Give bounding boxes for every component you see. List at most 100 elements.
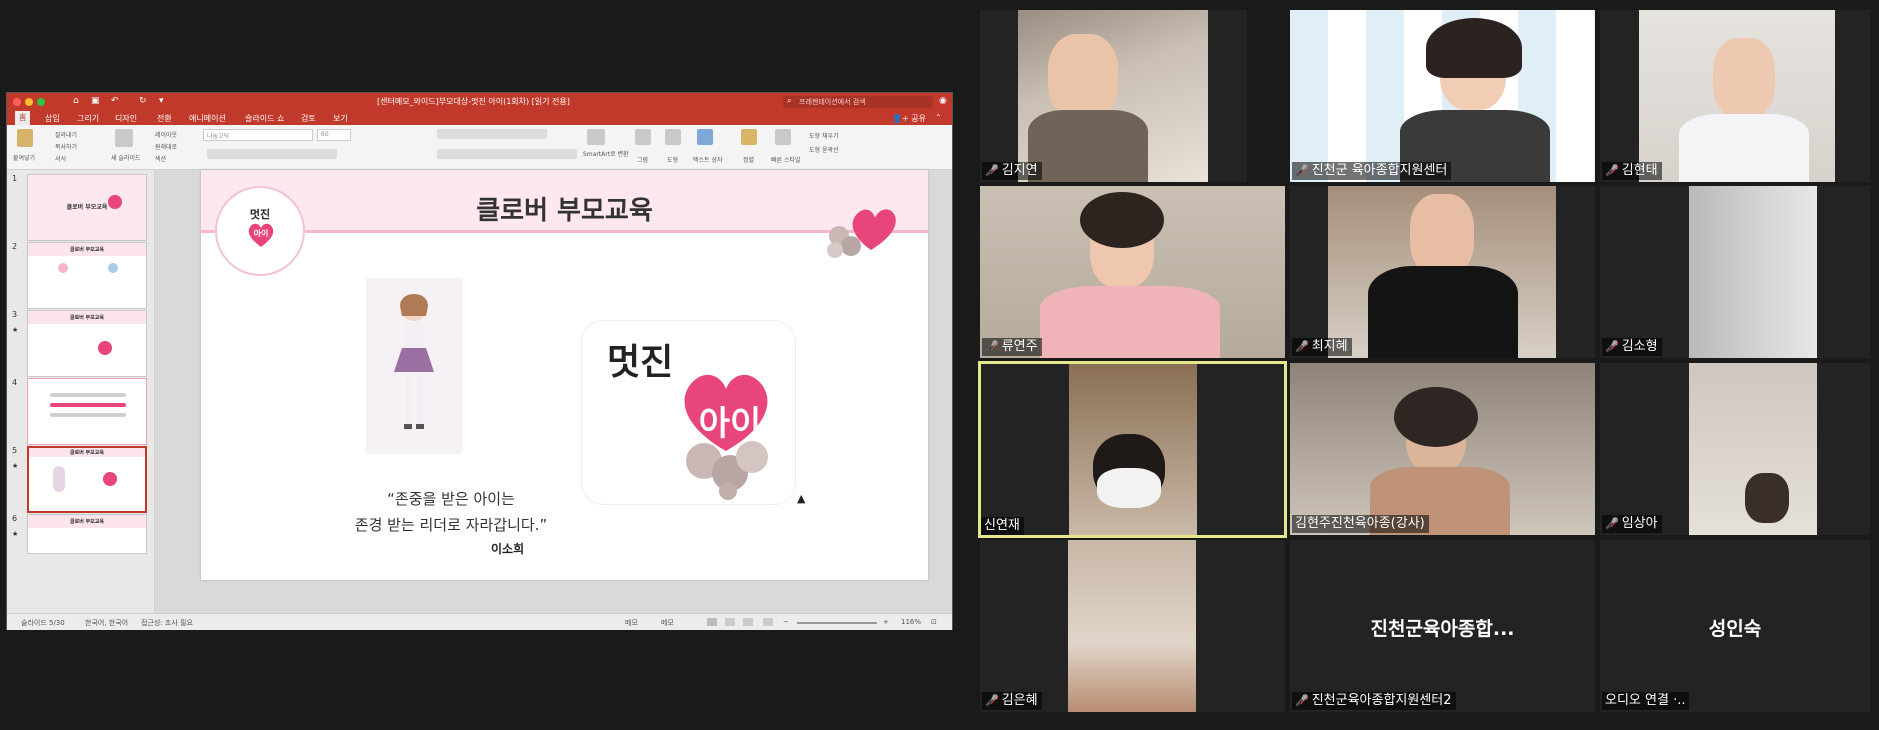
- participant-tile[interactable]: 🎤̸ 진천군 육아종합지원센터: [1290, 10, 1595, 182]
- redo-icon[interactable]: ↻: [139, 96, 147, 106]
- paste-label[interactable]: 붙여넣기: [13, 153, 35, 162]
- thumb-title-6: 클로버 부모교육: [70, 519, 104, 525]
- participant-tile[interactable]: 🎤̸ 김은혜: [980, 540, 1285, 712]
- zoom-slider[interactable]: [797, 622, 877, 624]
- document-title: [센터메모_와이드]부모대상-멋진 아이(1회차) [읽기 전용]: [377, 97, 570, 106]
- slide-thumbnail-5-selected[interactable]: 클로버 부모교육: [27, 446, 147, 513]
- participant-name-bar: 🎤̸ 김은혜: [982, 692, 1042, 710]
- customize-toolbar-icon[interactable]: ▾: [159, 96, 164, 106]
- textbox-icon[interactable]: [697, 129, 713, 145]
- account-icon[interactable]: ◉: [939, 96, 947, 106]
- new-slide-label[interactable]: 새 슬라이드: [111, 153, 141, 162]
- slide-sorter-icon[interactable]: [725, 618, 735, 626]
- font-format-buttons[interactable]: [207, 149, 337, 159]
- fit-window-icon[interactable]: ⊡: [931, 618, 937, 626]
- participant-tile-no-video[interactable]: 진천군육아종합... 🎤̸ 진천군육아종합지원센터2: [1290, 540, 1595, 712]
- participant-tile[interactable]: 🎤̸ 임상아: [1600, 363, 1870, 535]
- picture-button[interactable]: 그림: [637, 155, 648, 164]
- section-button[interactable]: 섹션: [155, 154, 166, 163]
- paste-icon[interactable]: [17, 129, 33, 147]
- share-icon: 👤+: [892, 114, 912, 123]
- new-slide-icon[interactable]: [115, 129, 133, 147]
- shapes-button[interactable]: 도형: [667, 155, 678, 164]
- picture-icon[interactable]: [635, 129, 651, 145]
- copy-button[interactable]: 복사하기: [55, 142, 77, 151]
- tab-review[interactable]: 검토: [301, 113, 316, 124]
- participant-tile[interactable]: 🎤̸ 김현태: [1600, 10, 1870, 182]
- participant-name-bar: 🎤̸ 임상아: [1602, 515, 1662, 533]
- slide-thumbnail-3[interactable]: 클로버 부모교육: [27, 310, 147, 377]
- tab-slideshow[interactable]: 슬라이드 쇼: [245, 113, 284, 124]
- tab-insert[interactable]: 삽입: [45, 113, 60, 124]
- tab-draw[interactable]: 그리기: [77, 113, 99, 124]
- zoom-level[interactable]: 116%: [901, 618, 921, 626]
- notes-button[interactable]: 메모: [625, 618, 638, 628]
- mic-muted-icon: 🎤̸: [985, 164, 999, 177]
- reading-view-icon[interactable]: [743, 618, 753, 626]
- slide-thumbnail-panel[interactable]: 1 클로버 부모교육 2 클로버 부모교육 3 ★ 클로버 부모교육 4 5 ★…: [7, 170, 155, 613]
- font-name-select[interactable]: 나눔고딕: [203, 129, 313, 141]
- thumb-title-5: 클로버 부모교육: [70, 450, 104, 456]
- cut-button[interactable]: 잘라내기: [55, 130, 77, 139]
- mic-muted-icon: 🎤̸: [1605, 164, 1619, 177]
- shape-outline-button[interactable]: 도형 윤곽선: [809, 145, 839, 154]
- smartart-icon[interactable]: [587, 129, 605, 145]
- tab-animations[interactable]: 애니메이션: [189, 113, 226, 124]
- participant-video: [1018, 10, 1208, 182]
- shapes-icon[interactable]: [665, 129, 681, 145]
- slide-thumbnail-4[interactable]: [27, 378, 147, 445]
- participant-tile[interactable]: 🎤̸ 류연주: [980, 186, 1285, 358]
- slide-thumbnail-1[interactable]: 클로버 부모교육: [27, 174, 147, 241]
- participant-tile[interactable]: 김현주진천육아종(강사): [1290, 363, 1595, 535]
- arrange-button[interactable]: 정렬: [743, 155, 754, 164]
- minimize-window-button[interactable]: [25, 98, 33, 106]
- quick-styles-icon[interactable]: [775, 129, 791, 145]
- home-icon[interactable]: ⌂: [73, 96, 79, 106]
- participant-video: [1069, 364, 1197, 535]
- slide-editing-area[interactable]: 클로버 부모교육 멋진 아이 멋진 아이 “존중을 받은 아이는 존경 받는 리…: [155, 170, 952, 613]
- mic-muted-icon: 🎤̸: [1295, 340, 1309, 353]
- normal-view-icon[interactable]: [707, 618, 717, 626]
- language-indicator[interactable]: 한국어, 한국어: [85, 618, 128, 628]
- close-window-button[interactable]: [13, 98, 21, 106]
- smartart-button[interactable]: SmartArt로 변환: [583, 149, 629, 158]
- paragraph-buttons[interactable]: [437, 129, 547, 139]
- participant-name-bar: 🎤̸ 류연주: [982, 338, 1042, 356]
- search-input[interactable]: ⌕ 프레젠테이션에서 검색: [783, 96, 933, 108]
- slide-thumbnail-2[interactable]: 클로버 부모교육: [27, 242, 147, 309]
- slide-thumbnail-6[interactable]: 클로버 부모교육: [27, 514, 147, 554]
- tab-home[interactable]: 홈: [15, 111, 31, 125]
- tab-view[interactable]: 보기: [333, 113, 348, 124]
- zoom-window-button[interactable]: [37, 98, 45, 106]
- undo-icon[interactable]: ↶: [111, 96, 119, 106]
- current-slide[interactable]: 클로버 부모교육 멋진 아이 멋진 아이 “존중을 받은 아이는 존경 받는 리…: [201, 170, 928, 580]
- participant-tile[interactable]: 🎤̸ 최지혜: [1290, 186, 1595, 358]
- highlight-card: 멋진 아이: [581, 320, 796, 505]
- alignment-buttons[interactable]: [437, 149, 577, 159]
- format-painter-button[interactable]: 서식: [55, 154, 66, 163]
- zoom-out-icon[interactable]: −: [783, 618, 789, 626]
- font-size-select[interactable]: 60: [317, 129, 351, 141]
- accessibility-status[interactable]: 접근성: 조사 필요: [141, 618, 193, 628]
- reset-button[interactable]: 원래대로: [155, 142, 177, 151]
- save-icon[interactable]: ▣: [91, 96, 100, 106]
- clover-heart-decoration: [827, 209, 896, 258]
- tab-design[interactable]: 디자인: [115, 113, 137, 124]
- tab-transitions[interactable]: 전환: [157, 113, 172, 124]
- comments-button[interactable]: 메모: [661, 618, 674, 628]
- slideshow-view-icon[interactable]: [763, 618, 773, 626]
- collapse-ribbon-icon[interactable]: ⌃: [935, 113, 942, 122]
- ribbon-tabs: 홈 삽입 그리기 디자인 전환 애니메이션 슬라이드 쇼 검토 보기 👤+ 공유…: [7, 111, 952, 125]
- participant-tile-no-video[interactable]: 성인숙 오디오 연결 ·..: [1600, 540, 1870, 712]
- participant-tile-active-speaker[interactable]: 신연재: [978, 361, 1287, 538]
- participant-tile[interactable]: 🎤̸ 김소형: [1600, 186, 1870, 358]
- layout-button[interactable]: 레이아웃: [155, 130, 177, 139]
- textbox-button[interactable]: 텍스트 상자: [693, 155, 723, 164]
- quick-styles-button[interactable]: 빠른 스타일: [771, 155, 801, 164]
- arrange-icon[interactable]: [741, 129, 757, 145]
- highlight-word: 멋진: [607, 342, 674, 383]
- participant-tile[interactable]: 🎤̸ 김지연: [980, 10, 1247, 182]
- shape-fill-button[interactable]: 도형 채우기: [809, 131, 839, 140]
- share-button[interactable]: 👤+ 공유: [892, 113, 926, 124]
- zoom-in-icon[interactable]: +: [883, 618, 889, 626]
